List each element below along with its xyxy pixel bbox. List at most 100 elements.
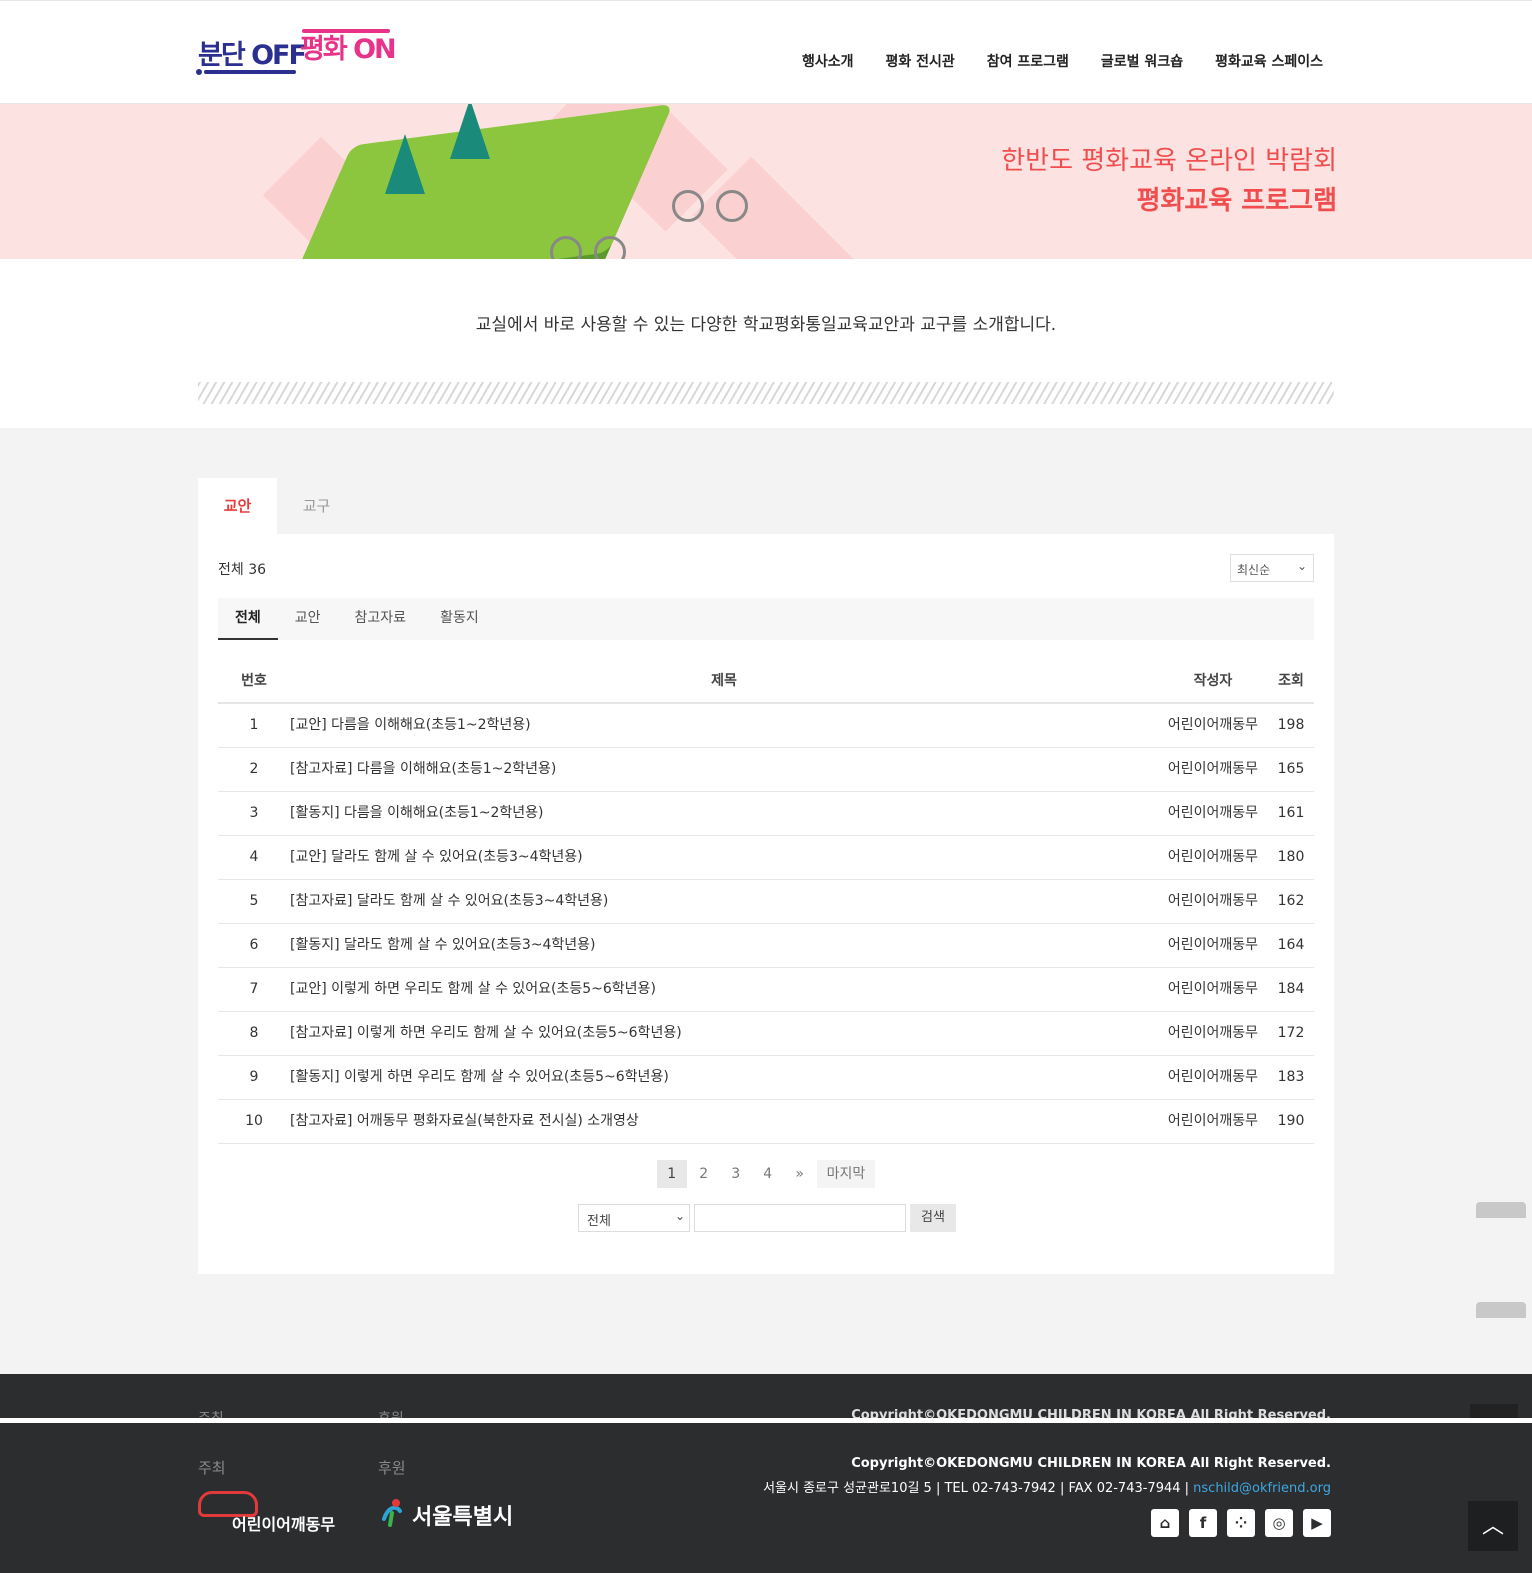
- footer-address: 서울시 종로구 성균관로10길 5 | TEL 02-743-7942 | FA…: [763, 1477, 1331, 1496]
- row-writer: 어린이어깨동무: [1167, 1113, 1259, 1129]
- row-title-link[interactable]: [참고자료] 어깨동무 평화자료실(북한자료 전시실) 소개영상: [290, 1100, 1158, 1143]
- logo-bar-navy: [204, 70, 296, 74]
- row-writer: 어린이어깨동무: [1167, 761, 1259, 777]
- bicycle-wheel: [594, 236, 626, 259]
- tab-teaching-tools[interactable]: 교구: [277, 478, 356, 534]
- search-field-select-value: 전체: [587, 1214, 611, 1229]
- host-logo[interactable]: 어린이어깨동무: [198, 1489, 338, 1539]
- row-title-link[interactable]: [활동지] 달라도 함께 살 수 있어요(초등3~4학년용): [290, 924, 1158, 967]
- pagination: 1 2 3 4 » 마지막: [198, 1160, 1334, 1188]
- logo-dot: [196, 69, 202, 75]
- nav-item-about[interactable]: 행사소개: [802, 51, 854, 71]
- row-writer: 어린이어깨동무: [1167, 981, 1259, 997]
- page-link-2[interactable]: 2: [689, 1160, 719, 1188]
- chevron-down-icon: ⌄: [674, 1209, 685, 1223]
- row-title-link[interactable]: [활동지] 이렇게 하면 우리도 함께 살 수 있어요(초등5~6학년용): [290, 1056, 1158, 1099]
- page-link-4[interactable]: 4: [753, 1160, 783, 1188]
- search-input[interactable]: [694, 1204, 906, 1232]
- table-row[interactable]: 3 [활동지] 다름을 이해해요(초등1~2학년용) 어린이어깨동무 161: [218, 792, 1314, 836]
- row-title-link[interactable]: [교안] 다름을 이해해요(초등1~2학년용): [290, 704, 1158, 747]
- table-row[interactable]: 8 [참고자료] 이렇게 하면 우리도 함께 살 수 있어요(초등5~6학년용) 어…: [218, 1012, 1314, 1056]
- table-row[interactable]: 2 [참고자료] 다름을 이해해요(초등1~2학년용) 어린이어깨동무 165: [218, 748, 1314, 792]
- row-number: 5: [249, 893, 259, 909]
- footer-ghost-host-label: 주최: [198, 1408, 224, 1418]
- table-row[interactable]: 6 [활동지] 달라도 함께 살 수 있어요(초등3~4학년용) 어린이어깨동무 16…: [218, 924, 1314, 968]
- site-logo[interactable]: 분단 OFF 평화 ON: [196, 27, 397, 79]
- instagram-icon[interactable]: ◎: [1265, 1509, 1293, 1537]
- scroll-to-top-button[interactable]: ︿: [1468, 1501, 1518, 1551]
- row-title-link[interactable]: [참고자료] 이렇게 하면 우리도 함께 살 수 있어요(초등5~6학년용): [290, 1012, 1158, 1055]
- row-number: 6: [249, 937, 259, 953]
- table-row[interactable]: 1 [교안] 다름을 이해해요(초등1~2학년용) 어린이어깨동무 198: [218, 704, 1314, 748]
- site-footer: 주최 후원 어린이어깨동무 서울특별시 Copyright©OKEDONGMU …: [0, 1423, 1532, 1573]
- column-header-number: 번호: [241, 673, 267, 689]
- table-row[interactable]: 10 [참고자료] 어깨동무 평화자료실(북한자료 전시실) 소개영상 어린이어깨동…: [218, 1100, 1314, 1144]
- row-hits: 165: [1277, 761, 1305, 777]
- nav-item-exhibition[interactable]: 평화 전시관: [885, 51, 954, 71]
- sort-select[interactable]: 최신순 ⌄: [1230, 554, 1314, 582]
- banner-title: 한반도 평화교육 온라인 박람회: [1001, 146, 1337, 176]
- table-row[interactable]: 5 [참고자료] 달라도 함께 살 수 있어요(초등3~4학년용) 어린이어깨동무 1…: [218, 880, 1314, 924]
- banner-subtitle: 평화교육 프로그램: [1136, 186, 1337, 216]
- row-hits: 172: [1277, 1025, 1305, 1041]
- seoul-logo-icon: [382, 1499, 402, 1527]
- nav-item-space[interactable]: 평화교육 스페이스: [1215, 51, 1323, 71]
- facebook-icon[interactable]: f: [1189, 1509, 1217, 1537]
- row-writer: 어린이어깨동무: [1167, 1025, 1259, 1041]
- category-worksheet[interactable]: 활동지: [423, 598, 496, 640]
- category-filter: 전체 교안 참고자료 활동지: [218, 598, 1314, 640]
- search-button[interactable]: 검색: [910, 1204, 956, 1232]
- home-icon[interactable]: ⌂: [1151, 1509, 1179, 1537]
- row-title-link[interactable]: [활동지] 다름을 이해해요(초등1~2학년용): [290, 792, 1158, 835]
- row-number: 1: [249, 717, 259, 733]
- footer-ghost-top-button: [1470, 1404, 1518, 1418]
- row-number: 8: [249, 1025, 259, 1041]
- category-all[interactable]: 전체: [218, 598, 278, 640]
- site-header: 분단 OFF 평화 ON 행사소개 평화 전시관 참여 프로그램 글로벌 워크숍…: [0, 0, 1532, 104]
- row-title-link[interactable]: [참고자료] 달라도 함께 살 수 있어요(초등3~4학년용): [290, 880, 1158, 923]
- chevron-up-icon: ︿: [1481, 1514, 1504, 1539]
- row-writer: 어린이어깨동무: [1167, 893, 1259, 909]
- table-row[interactable]: 4 [교안] 달라도 함께 살 수 있어요(초등3~4학년용) 어린이어깨동무 180: [218, 836, 1314, 880]
- footer-copyright: Copyright©OKEDONGMU CHILDREN IN KOREA Al…: [851, 1456, 1331, 1471]
- page-next[interactable]: »: [785, 1160, 815, 1188]
- logo-text-on: 평화 ON: [300, 34, 397, 65]
- table-row[interactable]: 9 [활동지] 이렇게 하면 우리도 함께 살 수 있어요(초등5~6학년용) 어린…: [218, 1056, 1314, 1100]
- tree-illustration: [450, 104, 490, 159]
- row-title-link[interactable]: [교안] 이렇게 하면 우리도 함께 살 수 있어요(초등5~6학년용): [290, 968, 1158, 1011]
- category-lesson-plan[interactable]: 교안: [278, 598, 338, 640]
- side-quick-tab[interactable]: [1476, 1302, 1526, 1318]
- hatch-divider: [198, 382, 1334, 404]
- logo-text-off: 분단 OFF: [198, 40, 307, 71]
- row-title-link[interactable]: [교안] 달라도 함께 살 수 있어요(초등3~4학년용): [290, 836, 1158, 879]
- column-header-writer: 작성자: [1193, 673, 1233, 689]
- footer-email-link[interactable]: nschild@okfriend.org: [1193, 1481, 1331, 1496]
- page-last[interactable]: 마지막: [816, 1160, 876, 1188]
- side-quick-tab[interactable]: [1476, 1202, 1526, 1218]
- kakao-icon[interactable]: ⁘: [1227, 1509, 1255, 1537]
- row-number: 3: [249, 805, 259, 821]
- row-writer: 어린이어깨동무: [1167, 849, 1259, 865]
- youtube-icon[interactable]: ▶: [1303, 1509, 1331, 1537]
- footer-host-label: 주최: [198, 1459, 226, 1477]
- footer-address-text: 서울시 종로구 성균관로10길 5 | TEL 02-743-7942 | FA…: [763, 1481, 1194, 1496]
- search-field-select[interactable]: 전체 ⌄: [578, 1204, 690, 1232]
- row-number: 9: [249, 1069, 259, 1085]
- table-row[interactable]: 7 [교안] 이렇게 하면 우리도 함께 살 수 있어요(초등5~6학년용) 어린이…: [218, 968, 1314, 1012]
- sns-links: ⌂ f ⁘ ◎ ▶: [1151, 1509, 1331, 1537]
- tab-lesson-plan[interactable]: 교안: [198, 478, 277, 534]
- page-link-1[interactable]: 1: [656, 1160, 687, 1188]
- nav-item-program[interactable]: 참여 프로그램: [987, 51, 1069, 71]
- table-header: 번호 제목 작성자 조회: [218, 658, 1314, 704]
- row-writer: 어린이어깨동무: [1167, 1069, 1259, 1085]
- nav-item-workshop[interactable]: 글로벌 워크숍: [1101, 51, 1183, 71]
- total-count: 전체 36: [218, 562, 267, 578]
- category-reference[interactable]: 참고자료: [338, 598, 424, 640]
- footer-sponsor-label: 후원: [378, 1459, 406, 1477]
- sort-select-value: 최신순: [1237, 563, 1271, 577]
- row-hits: 198: [1277, 717, 1305, 733]
- row-title-link[interactable]: [참고자료] 다름을 이해해요(초등1~2학년용): [290, 748, 1158, 791]
- row-hits: 184: [1277, 981, 1305, 997]
- row-hits: 183: [1277, 1069, 1305, 1085]
- page-link-3[interactable]: 3: [721, 1160, 751, 1188]
